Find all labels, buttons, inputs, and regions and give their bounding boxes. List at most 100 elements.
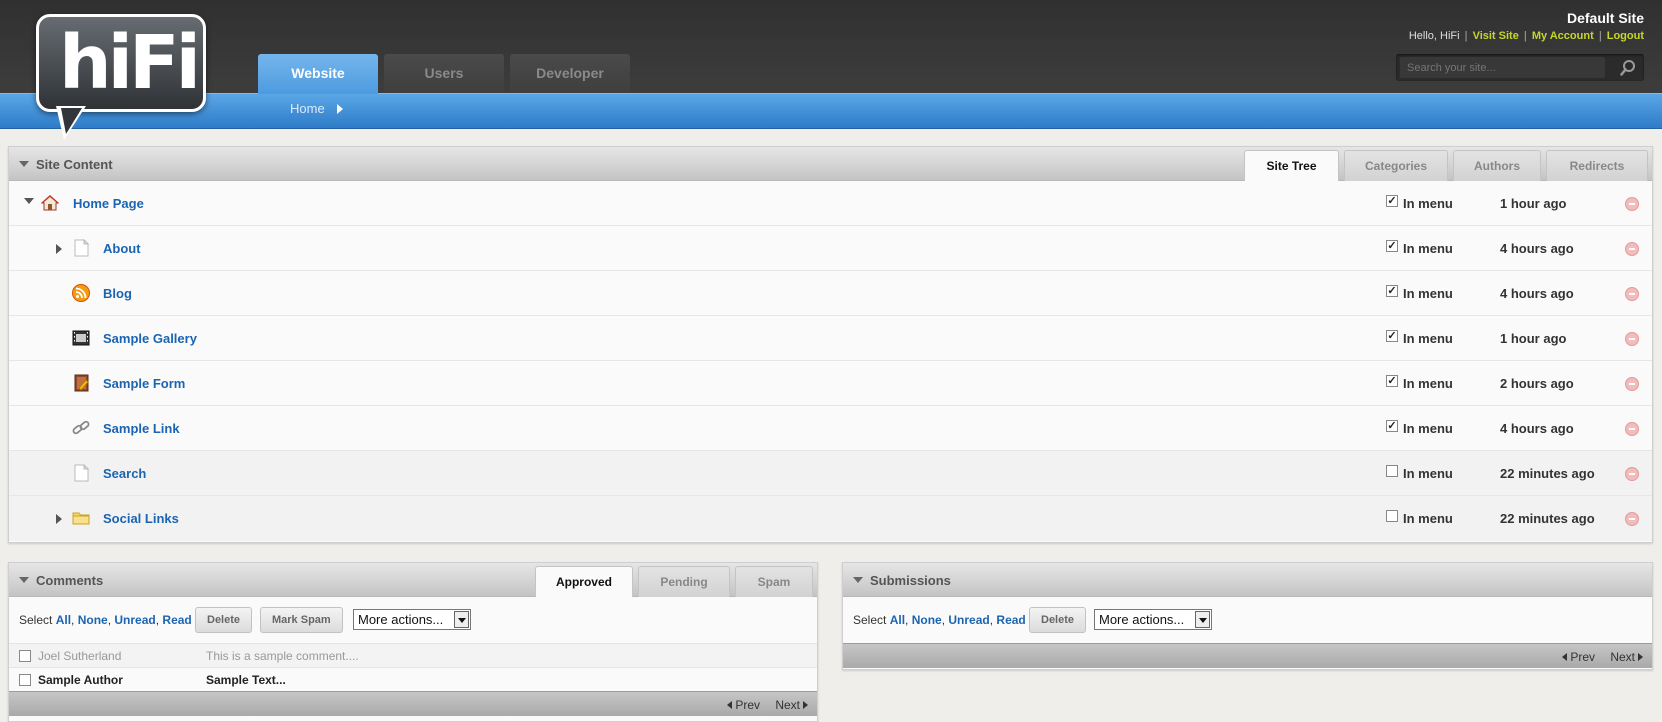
page-link[interactable]: Home Page [73,196,144,211]
chevron-left-icon [1562,653,1568,661]
tree-row[interactable]: Sample Form ✓ In menu 2 hours ago [9,361,1652,406]
comment-checkbox[interactable] [19,650,31,662]
prev-button[interactable]: Prev [1562,650,1595,664]
collapse-icon[interactable] [19,577,29,583]
comment-row[interactable]: Joel Sutherland This is a sample comment… [9,643,817,667]
visit-site-link[interactable]: Visit Site [1473,30,1519,42]
tree-row[interactable]: Home Page ✓ In menu 1 hour ago [9,181,1652,226]
select-unread-link[interactable]: Unread [114,613,155,627]
tree-row[interactable]: Search In menu 22 minutes ago [9,451,1652,496]
next-button[interactable]: Next [1610,650,1643,664]
tree-row[interactable]: Blog ✓ In menu 4 hours ago [9,271,1652,316]
tab-pending[interactable]: Pending [638,566,730,597]
page-link[interactable]: Search [103,466,146,481]
tab-spam[interactable]: Spam [735,566,813,597]
select-none-link[interactable]: None [78,613,108,627]
in-menu-checkbox[interactable]: ✓ [1386,375,1398,387]
mark-spam-button[interactable]: Mark Spam [260,607,343,633]
expand-arrow-icon[interactable] [56,244,62,254]
prev-button[interactable]: Prev [727,698,760,712]
delete-icon[interactable] [1625,422,1639,436]
comments-tabs: Approved Pending Spam [535,566,813,597]
tab-developer[interactable]: Developer [510,54,630,93]
updated-time: 22 minutes ago [1500,511,1595,526]
my-account-link[interactable]: My Account [1532,30,1594,42]
in-menu-checkbox[interactable] [1386,465,1398,477]
tab-approved[interactable]: Approved [535,566,633,597]
more-actions-value: More actions... [1099,612,1185,627]
comment-author: Sample Author [38,673,123,687]
select-unread-link[interactable]: Unread [948,613,989,627]
delete-icon[interactable] [1625,287,1639,301]
tab-users[interactable]: Users [384,54,504,93]
tab-website[interactable]: Website [258,54,378,94]
select-read-link[interactable]: Read [996,613,1025,627]
page-link[interactable]: Blog [103,286,132,301]
comments-panel: Comments Approved Pending Spam Select Al… [8,562,818,722]
page-link[interactable]: About [103,241,141,256]
in-menu-checkbox[interactable]: ✓ [1386,195,1398,207]
select-links: Select All, None, Unread, Read [853,613,1026,627]
collapse-icon[interactable] [19,161,29,167]
search-input[interactable] [1400,57,1605,78]
tab-redirects[interactable]: Redirects [1546,150,1648,181]
delete-icon[interactable] [1625,512,1639,526]
search-icon[interactable] [1620,59,1636,77]
updated-time: 1 hour ago [1500,196,1567,211]
page-link[interactable]: Social Links [103,511,179,526]
film-icon [72,330,90,346]
in-menu-label: In menu [1403,376,1453,391]
tab-categories[interactable]: Categories [1344,150,1448,181]
panel-title: Site Content [36,157,113,172]
delete-icon[interactable] [1625,197,1639,211]
comment-checkbox[interactable] [19,674,31,686]
hifi-logo[interactable]: hiFi [36,14,206,112]
breadcrumb-home[interactable]: Home [290,101,325,116]
select-read-link[interactable]: Read [162,613,191,627]
logout-link[interactable]: Logout [1607,30,1644,42]
main-nav: Website Users Developer [258,54,630,94]
submissions-actions: Select All, None, Unread, Read Delete Mo… [843,597,1652,643]
tab-site-tree[interactable]: Site Tree [1244,150,1339,181]
tree-row[interactable]: Social Links In menu 22 minutes ago [9,496,1652,541]
in-menu-checkbox[interactable]: ✓ [1386,330,1398,342]
more-actions-select[interactable]: More actions... [353,609,471,630]
delete-icon[interactable] [1625,332,1639,346]
comment-row[interactable]: Sample Author Sample Text... [9,667,817,691]
delete-icon[interactable] [1625,377,1639,391]
next-button[interactable]: Next [775,698,808,712]
select-label: Select [19,613,53,627]
page-link[interactable]: Sample Gallery [103,331,197,346]
tree-row[interactable]: About ✓ In menu 4 hours ago [9,226,1652,271]
collapse-icon[interactable] [853,577,863,583]
tree-row[interactable]: Sample Link ✓ In menu 4 hours ago [9,406,1652,451]
page-link[interactable]: Sample Form [103,376,185,391]
select-all-link[interactable]: All [890,613,905,627]
in-menu-checkbox[interactable]: ✓ [1386,240,1398,252]
more-actions-select[interactable]: More actions... [1094,609,1212,630]
breadcrumb-arrow-icon [336,103,343,114]
delete-icon[interactable] [1625,467,1639,481]
in-menu-checkbox[interactable]: ✓ [1386,420,1398,432]
comment-text: Sample Text... [206,673,286,687]
link-icon [72,420,90,435]
in-menu-checkbox[interactable]: ✓ [1386,285,1398,297]
page-link[interactable]: Sample Link [103,421,180,436]
select-all-link[interactable]: All [56,613,71,627]
delete-icon[interactable] [1625,242,1639,256]
tab-authors[interactable]: Authors [1453,150,1541,181]
expand-arrow-icon[interactable] [56,514,62,524]
delete-button[interactable]: Delete [1029,607,1087,633]
submissions-pager: Prev Next [843,643,1652,668]
comments-actions: Select All, None, Unread, Read Delete Ma… [9,597,817,643]
updated-time: 4 hours ago [1500,286,1574,301]
breadcrumb-bar [0,93,1662,129]
comment-text: This is a sample comment.... [206,649,359,663]
delete-button[interactable]: Delete [195,607,253,633]
tree-row[interactable]: Sample Gallery ✓ In menu 1 hour ago [9,316,1652,361]
in-menu-label: In menu [1403,511,1453,526]
collapse-arrow-icon[interactable] [24,198,34,204]
in-menu-checkbox[interactable] [1386,510,1398,522]
in-menu-label: In menu [1403,421,1453,436]
select-none-link[interactable]: None [912,613,942,627]
